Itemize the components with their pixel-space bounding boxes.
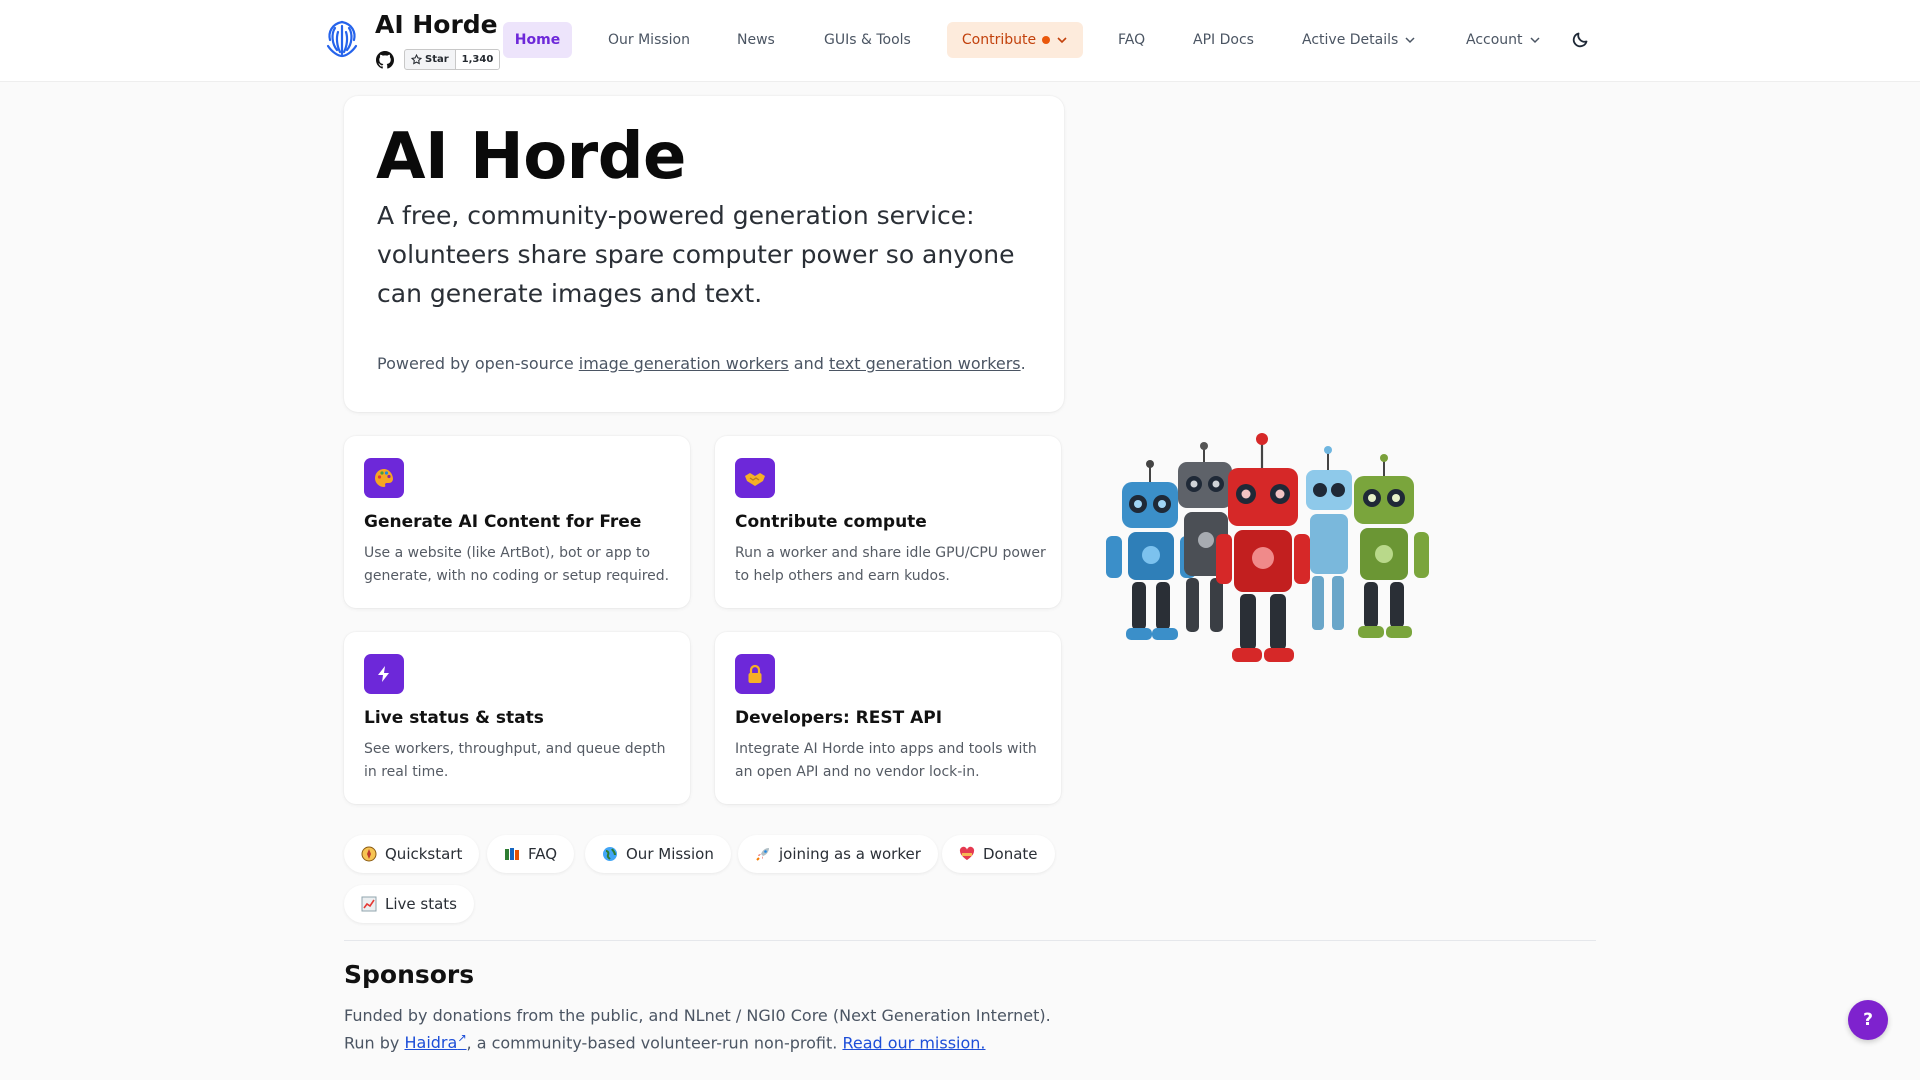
feature-title: Developers: REST API xyxy=(735,708,943,728)
run-by-prefix: Run by xyxy=(344,1033,405,1053)
quicklink-live-stats[interactable]: Live stats xyxy=(344,885,474,923)
external-link-icon: ↗ xyxy=(457,1032,467,1045)
handshake-icon xyxy=(735,458,775,498)
palette-icon xyxy=(364,458,404,498)
robots-illustration xyxy=(1106,433,1429,662)
quicklink-faq[interactable]: FAQ xyxy=(487,835,575,873)
quicklink-label: FAQ xyxy=(528,845,558,863)
nav-home[interactable]: Home xyxy=(503,22,572,58)
nav-guis-tools[interactable]: GUIs & Tools xyxy=(812,22,923,58)
lightning-icon xyxy=(364,654,404,694)
feature-description: Integrate AI Horde into apps and tools w… xyxy=(735,741,1037,780)
chevron-down-icon xyxy=(1530,37,1540,44)
feature-description: Use a website (like ArtBot), bot or app … xyxy=(364,545,670,584)
chart-icon xyxy=(361,896,377,912)
haidra-link[interactable]: Haidra↗ xyxy=(404,1032,467,1053)
nav-contribute-label: Contribute xyxy=(961,32,1037,48)
ai-horde-logo-icon[interactable] xyxy=(322,18,362,60)
moon-icon[interactable] xyxy=(1572,30,1590,48)
hero-subtitle: A free, community-powered generation ser… xyxy=(377,201,1015,308)
sponsors-funding-text: Funded by donations from the public, and… xyxy=(344,1006,1051,1025)
feature-description: See workers, throughput, and queue depth… xyxy=(364,741,666,780)
sponsors-title: Sponsors xyxy=(344,960,475,989)
nav-account[interactable]: Account xyxy=(1454,22,1553,58)
star-count: 1,340 xyxy=(455,50,500,69)
star-label: Star xyxy=(425,54,449,65)
powered-prefix: Powered by open-source xyxy=(377,354,579,373)
rocket-icon xyxy=(756,848,769,861)
powered-suffix: . xyxy=(1020,354,1026,373)
nav-guis-tools-label: GUIs & Tools xyxy=(824,32,911,48)
quicklink-label: Live stats xyxy=(385,895,457,913)
nav-our-mission-label: Our Mission xyxy=(608,32,690,48)
quicklink-label: joining as a worker xyxy=(779,845,921,863)
top-navbar: AI Horde Star 1,340 Home Our Mission New… xyxy=(0,0,1920,82)
hero-title: AI Horde xyxy=(376,120,686,194)
github-star-button[interactable]: Star 1,340 xyxy=(404,49,501,70)
feature-title: Generate AI Content for Free xyxy=(364,512,642,532)
lock-icon xyxy=(735,654,775,694)
star-icon xyxy=(411,54,422,65)
nav-active-details[interactable]: Active Details xyxy=(1290,22,1428,58)
image-workers-link[interactable]: image generation workers xyxy=(579,354,789,373)
hero-powered-by: Powered by open-source image generation … xyxy=(377,354,1026,373)
brand-title[interactable]: AI Horde xyxy=(375,10,498,39)
sponsors-run-by: Run by Haidra↗, a community-based volunt… xyxy=(344,1032,986,1052)
nav-account-label: Account xyxy=(1466,32,1523,48)
chevron-down-icon xyxy=(1405,37,1415,44)
heart-icon xyxy=(959,846,975,860)
quicklink-quickstart[interactable]: Quickstart xyxy=(344,835,480,873)
hero-card: AI Horde A free, community-powered gener… xyxy=(344,96,1064,412)
section-divider xyxy=(344,940,1596,941)
feature-card-contribute[interactable]: Contribute compute Run a worker and shar… xyxy=(715,436,1061,608)
nav-contribute[interactable]: Contribute xyxy=(947,22,1083,58)
text-workers-link[interactable]: text generation workers xyxy=(829,354,1021,373)
nav-our-mission[interactable]: Our Mission xyxy=(596,22,702,58)
contribute-status-dot xyxy=(1042,36,1051,44)
robot-green xyxy=(1354,454,1429,638)
nav-api-docs[interactable]: API Docs xyxy=(1181,22,1266,58)
haidra-label: Haidra xyxy=(404,1033,458,1053)
nav-faq[interactable]: FAQ xyxy=(1106,22,1157,58)
chevron-down-icon xyxy=(1057,37,1067,44)
quicklink-donate[interactable]: Donate xyxy=(942,835,1055,873)
nav-active-details-label: Active Details xyxy=(1302,32,1399,48)
quicklink-label: Donate xyxy=(983,845,1038,863)
feature-description: Run a worker and share idle GPU/CPU powe… xyxy=(735,545,1046,584)
read-mission-link[interactable]: Read our mission. xyxy=(842,1033,985,1052)
run-by-rest: , a community-based volunteer-run non-pr… xyxy=(466,1033,843,1053)
nav-news-label: News xyxy=(737,32,775,48)
feature-title: Contribute compute xyxy=(735,512,927,532)
nav-news[interactable]: News xyxy=(725,22,787,58)
feature-title: Live status & stats xyxy=(364,708,544,728)
books-icon xyxy=(505,848,519,860)
nav-home-label: Home xyxy=(514,32,561,48)
feature-card-rest-api[interactable]: Developers: REST API Integrate AI Horde … xyxy=(715,632,1061,804)
globe-icon xyxy=(603,847,617,861)
help-button[interactable]: ? xyxy=(1848,1000,1888,1040)
robot-light-blue xyxy=(1306,446,1352,630)
quicklink-label: Quickstart xyxy=(385,845,463,863)
quicklink-our-mission[interactable]: Our Mission xyxy=(585,835,731,873)
nav-faq-label: FAQ xyxy=(1118,32,1146,48)
feature-card-live-status[interactable]: Live status & stats See workers, through… xyxy=(344,632,690,804)
feature-card-generate[interactable]: Generate AI Content for Free Use a websi… xyxy=(344,436,690,608)
quicklink-joining-as-worker[interactable]: joining as a worker xyxy=(738,835,938,873)
github-icon[interactable] xyxy=(376,51,394,69)
compass-icon xyxy=(361,846,377,862)
powered-and: and xyxy=(788,354,829,373)
nav-api-docs-label: API Docs xyxy=(1193,32,1254,48)
quicklink-label: Our Mission xyxy=(626,845,714,863)
